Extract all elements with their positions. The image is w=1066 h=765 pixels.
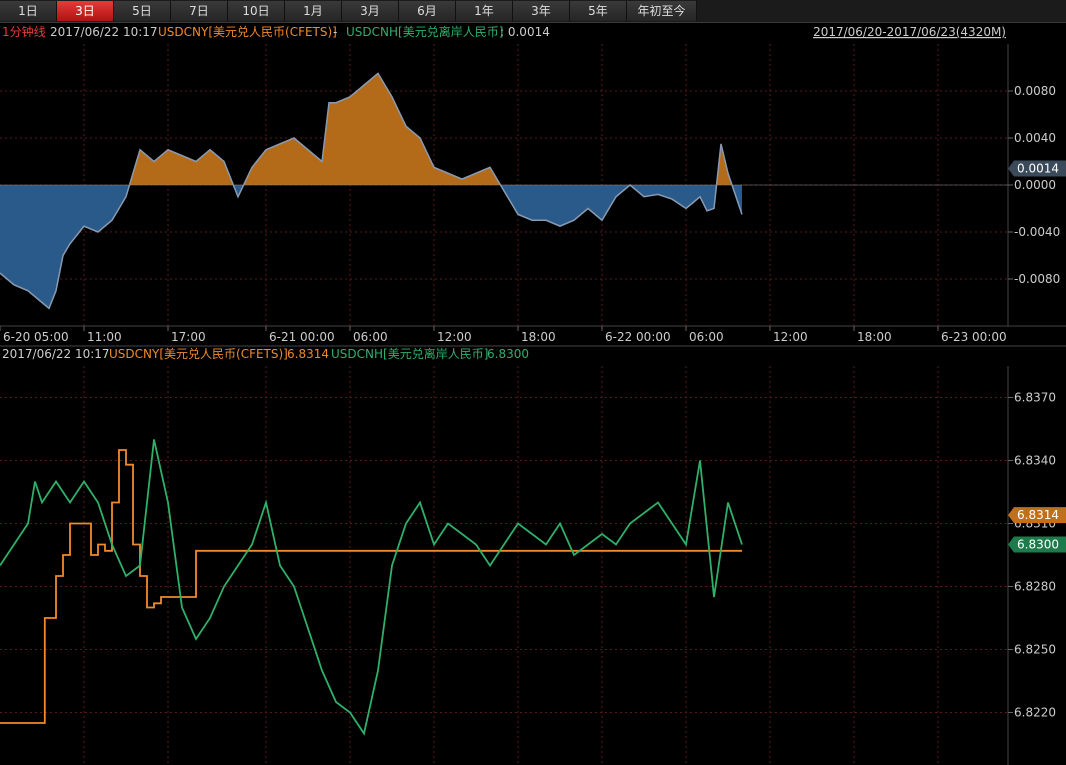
date-range-link[interactable]: 2017/06/20-2017/06/23(4320M) [813,25,1006,39]
top-y-tick-label: -0.0080 [1014,272,1060,286]
x-tick-label: 6-21 00:00 [269,330,335,344]
x-tick-label: 12:00 [773,330,808,344]
top-y-axis: 0.0080 0.0040 0.0000 -0.0040 -0.0080 0.0014 [1008,84,1066,286]
x-tick-label: 6-23 00:00 [941,330,1007,344]
interval-label: 1分钟线 [2,24,46,39]
top-datetime: 2017/06/22 10:17 [50,25,158,39]
x-tick-label: 6-20 05:00 [3,330,69,344]
top-separator: - [333,25,337,39]
bottom-y-tick-label: 6.8280 [1014,580,1056,594]
x-tick-label: 06:00 [689,330,724,344]
x-tick-label: 12:00 [437,330,472,344]
top-y-tick-label: 0.0080 [1014,84,1056,98]
x-tick-label: 17:00 [171,330,206,344]
top-value: : 0.0014 [500,25,550,39]
top-y-tick-label: -0.0040 [1014,225,1060,239]
top-cny-label: USDCNY[美元兑人民币(CFETS)] [158,25,337,39]
bottom-cny-label: USDCNY[美元兑人民币(CFETS)] [109,347,288,361]
time-x-axis: 6-20 05:00 11:00 17:00 6-21 00:00 06:00 12:00… [0,326,1007,344]
bottom-cny-value: 6.8314 [287,347,329,361]
top-y-tick-label: 0.0000 [1014,178,1056,192]
bottom-y-axis: 6.83706.83406.83106.82806.82506.82206.83… [1008,391,1066,720]
top-cnh-label: USDCNH[美元兑离岸人民币] [346,24,503,39]
bottom-grid [0,366,1009,765]
spread-plot [0,72,1008,310]
bottom-y-tick-label: 6.8370 [1014,391,1056,405]
bottom-cnh-value: 6.8300 [487,347,529,361]
bottom-datetime: 2017/06/22 10:17 [2,347,110,361]
bottom-cnh-label: USDCNH[美元兑离岸人民币] [331,346,488,361]
x-tick-label: 06:00 [353,330,388,344]
bottom-y-tick-label: 6.8250 [1014,643,1056,657]
x-tick-label: 6-22 00:00 [605,330,671,344]
x-tick-label: 11:00 [87,330,122,344]
spread-value-badge-text: 0.0014 [1017,162,1059,176]
x-tick-label: 18:00 [857,330,892,344]
top-y-tick-label: 0.0040 [1014,131,1056,145]
chart-canvas: 1分钟线 2017/06/22 10:17 USDCNY[美元兑人民币(CFET… [0,24,1066,765]
bottom-y-tick-label: 6.8340 [1014,454,1056,468]
cny-value-badge-text: 6.8314 [1017,508,1059,522]
cnh-value-badge-text: 6.8300 [1017,538,1059,552]
x-tick-label: 18:00 [521,330,556,344]
bottom-y-tick-label: 6.8220 [1014,706,1056,720]
